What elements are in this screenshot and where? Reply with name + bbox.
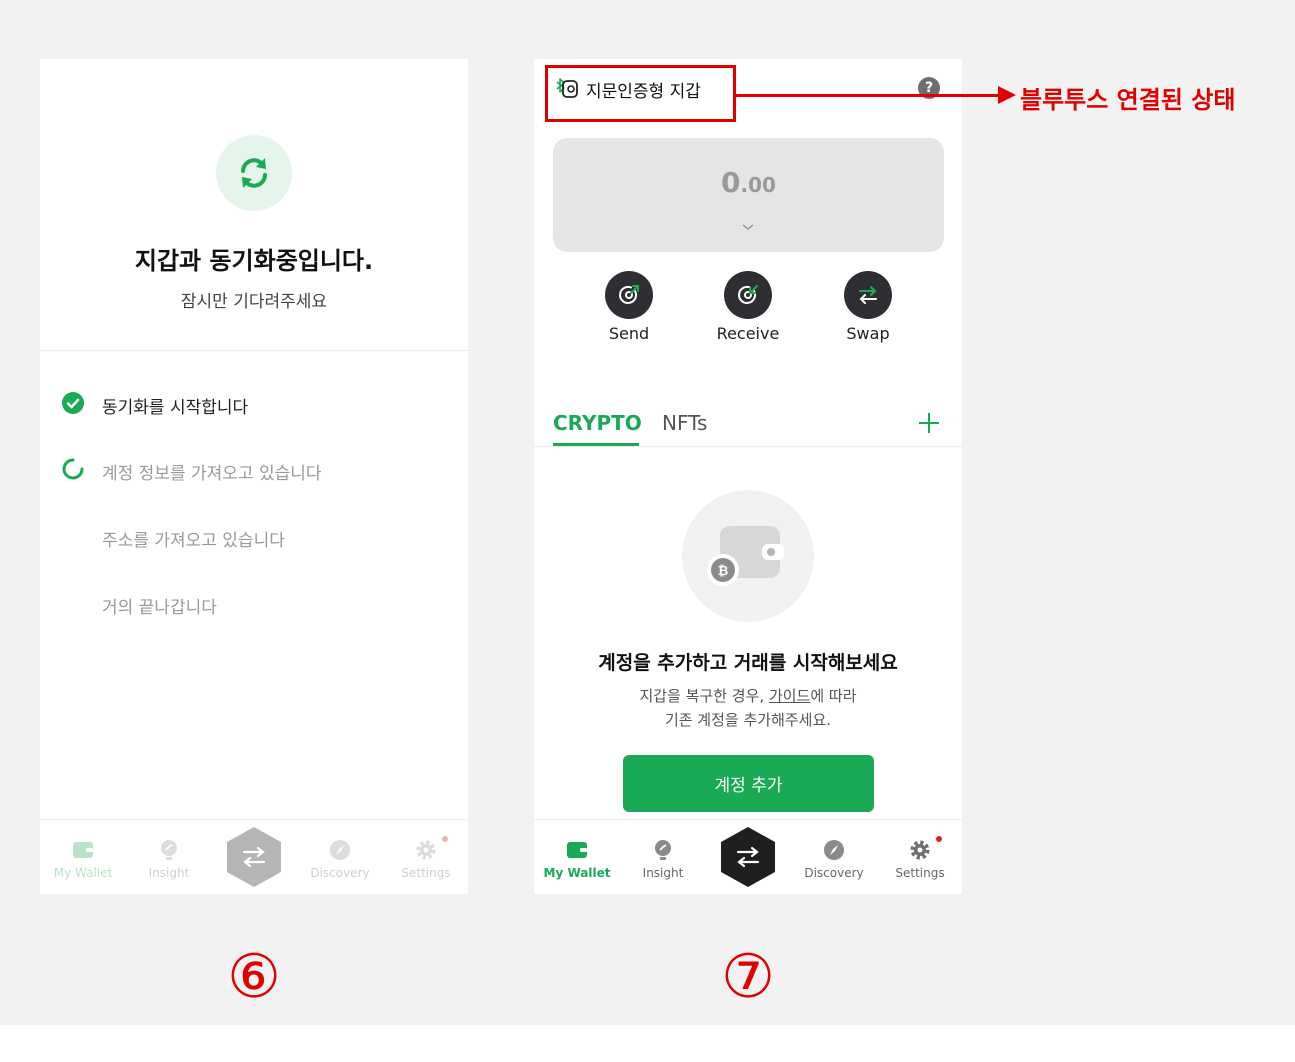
swap-arrows-icon[interactable]: [718, 826, 778, 888]
wallet-icon: [73, 842, 93, 858]
send-button[interactable]: Send: [579, 271, 679, 343]
nav-my-wallet[interactable]: My Wallet: [534, 820, 620, 894]
balance-amount: 0.00: [553, 166, 944, 199]
nav-insight[interactable]: Insight: [126, 820, 212, 894]
nav-label: Settings: [401, 866, 451, 880]
nav-label: Insight: [642, 866, 684, 880]
step-fetch-accounts: 계정 정보를 가져오고 있습니다: [102, 464, 322, 484]
sync-badge: [216, 135, 292, 211]
gear-icon: [910, 840, 930, 860]
divider: [534, 446, 962, 447]
balance-card[interactable]: 0.00: [553, 138, 944, 252]
add-icon[interactable]: [917, 411, 941, 435]
nav-label: Discovery: [804, 866, 864, 880]
empty-wallet-illustration: ₿: [682, 490, 814, 622]
balance-decimal: .00: [740, 173, 776, 197]
bottom-nav: My Wallet Insight Discovery Settings: [40, 819, 468, 894]
notification-dot: [936, 836, 942, 842]
arrow-head-icon: [998, 86, 1016, 104]
nav-settings[interactable]: Settings: [877, 820, 962, 894]
tab-crypto[interactable]: CRYPTO: [553, 411, 642, 435]
chevron-down-icon[interactable]: [741, 222, 755, 232]
sync-title: 지갑과 동기화중입니다.: [134, 247, 374, 275]
step-fetch-addresses: 주소를 가져오고 있습니다: [102, 531, 285, 551]
nav-label: Settings: [895, 866, 945, 880]
nav-my-wallet[interactable]: My Wallet: [40, 820, 126, 894]
receive-icon: [738, 285, 758, 304]
empty-state-line1: 지갑을 복구한 경우, 가이드에 따라: [534, 685, 962, 706]
bottom-nav: My Wallet Insight Discovery Settings: [534, 819, 962, 894]
receive-button[interactable]: Receive: [698, 271, 798, 343]
divider: [40, 350, 468, 351]
send-label: Send: [608, 324, 650, 343]
insight-icon: [655, 840, 671, 860]
step-number-6: ⑥: [227, 942, 281, 1012]
gear-icon: [416, 840, 436, 860]
step-almost-done: 거의 끝나갑니다: [102, 598, 217, 618]
bluetooth-annotation: 블루투스 연결된 상태: [1020, 86, 1236, 114]
wallet-home-screen: 지문인증형 지갑 ? 0.00 Send Receive Swap CRYPTO…: [534, 59, 962, 894]
nav-discovery[interactable]: Discovery: [791, 820, 877, 894]
step-start-sync: 동기화를 시작합니다: [102, 398, 249, 418]
nav-label: Insight: [148, 866, 190, 880]
svg-text:₿: ₿: [718, 564, 729, 579]
guide-link[interactable]: 가이드: [769, 687, 810, 705]
empty-state-title: 계정을 추가하고 거래를 시작해보세요: [598, 652, 898, 674]
empty-state-text: 지갑을 복구한 경우,: [639, 687, 769, 705]
annotation-arrow: [736, 94, 1002, 97]
add-account-button[interactable]: 계정 추가: [623, 755, 874, 812]
highlight-box: [545, 65, 736, 122]
balance-integer: 0: [721, 166, 741, 199]
bottom-strip: [0, 1025, 1295, 1062]
tab-nfts[interactable]: NFTs: [662, 411, 707, 435]
swap-button[interactable]: Swap: [818, 271, 918, 343]
refresh-icon: [241, 158, 267, 188]
nav-label: My Wallet: [543, 866, 611, 880]
nav-insight[interactable]: Insight: [620, 820, 706, 894]
check-circle-icon: [62, 392, 84, 414]
compass-icon: [824, 840, 844, 860]
nav-label: Discovery: [310, 866, 370, 880]
wallet-icon: [567, 842, 587, 858]
loading-spinner-icon: [62, 458, 84, 480]
nav-discovery[interactable]: Discovery: [297, 820, 383, 894]
compass-icon: [330, 840, 350, 860]
step-number-7: ⑦: [721, 942, 775, 1012]
swap-arrows-icon[interactable]: [224, 826, 284, 888]
swap-icon: [859, 286, 877, 304]
receive-label: Receive: [716, 324, 780, 343]
nav-label: My Wallet: [53, 866, 113, 880]
insight-icon: [161, 840, 177, 860]
swap-label: Swap: [846, 324, 890, 343]
empty-state-line2: 기존 계정을 추가해주세요.: [664, 711, 832, 729]
notification-dot: [442, 836, 448, 842]
send-icon: [619, 285, 639, 304]
empty-state-text: 에 따라: [810, 687, 857, 705]
sync-screen: 지갑과 동기화중입니다. 잠시만 기다려주세요 동기화를 시작합니다 계정 정보…: [40, 59, 468, 894]
wallet-illustration-icon: ₿: [707, 526, 784, 586]
nav-settings[interactable]: Settings: [383, 820, 468, 894]
sync-subtitle: 잠시만 기다려주세요: [180, 292, 328, 312]
